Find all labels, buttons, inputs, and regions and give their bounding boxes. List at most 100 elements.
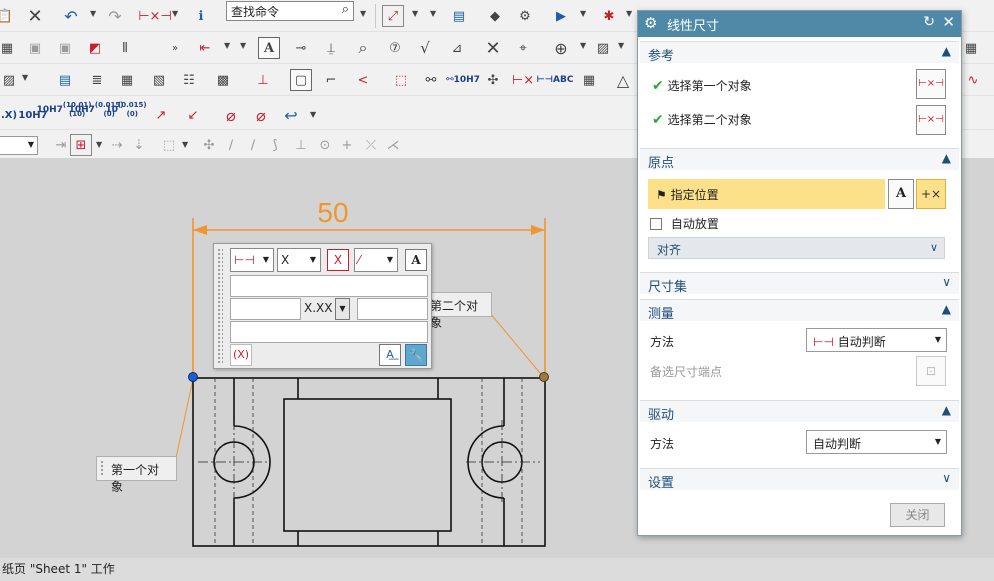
settings-wrench-icon[interactable]: 🔧 xyxy=(405,344,427,366)
cross-icon[interactable]: ✕ xyxy=(482,37,504,59)
table-icon[interactable]: ▦ xyxy=(960,37,982,59)
drawing-view-icon[interactable]: ▤ xyxy=(54,69,76,91)
layer-icon[interactable]: ▤ xyxy=(448,5,470,27)
redo-icon[interactable]: ↷ xyxy=(104,5,126,27)
section-reference[interactable]: 参考 ▲ xyxy=(640,41,959,64)
centerline-icon[interactable]: ⌖ xyxy=(512,37,534,59)
dim-suffix-field[interactable] xyxy=(357,298,428,320)
delete-icon[interactable]: ✕ xyxy=(24,5,46,27)
grid-icon[interactable]: ▦ xyxy=(116,69,138,91)
axes-icon[interactable]: ⊥ xyxy=(252,69,274,91)
rect-select-icon[interactable]: ⬚ xyxy=(158,134,180,156)
snap-line-icon[interactable]: ∕ xyxy=(220,134,242,156)
weld-icon[interactable]: ⊿ xyxy=(446,37,468,59)
center-mark-icon[interactable]: ⊕ xyxy=(550,37,572,59)
select-second-button[interactable]: ⊢×⊣ xyxy=(916,105,946,135)
leader-icon[interactable]: ⊸ xyxy=(290,37,312,59)
snap-dropdown-icon[interactable]: ▼ xyxy=(626,9,632,18)
wave-icon[interactable]: ∿ xyxy=(962,69,984,91)
image-icon[interactable]: ▨ xyxy=(592,37,614,59)
section-dimension-set[interactable]: 尺寸集 ∨ xyxy=(640,272,959,295)
paste-icon[interactable]: 📋 xyxy=(0,5,16,27)
datum-icon[interactable]: ⍊ xyxy=(320,37,342,59)
view-icon[interactable]: ▣ xyxy=(24,37,46,59)
more-dropdown-icon[interactable]: ▼ xyxy=(430,9,436,18)
measure-method-select[interactable]: ⊢⊣ 自动判断 ▼ xyxy=(806,328,947,352)
align-dropdown[interactable]: 对齐 ∨ xyxy=(648,237,945,259)
snap-icon[interactable]: ✱ xyxy=(598,5,620,27)
snap-mid-icon[interactable]: ⇣ xyxy=(128,134,150,156)
radius-icon[interactable]: ↗ xyxy=(150,104,172,126)
dim-text-field-2[interactable] xyxy=(230,321,428,343)
section-view-icon[interactable]: ◩ xyxy=(84,37,106,59)
rapid-dimension-icon[interactable]: ⊢×⊣ xyxy=(138,5,172,27)
section-origin[interactable]: 原点 ▲ xyxy=(640,148,959,171)
center-dropdown-icon[interactable]: ▼ xyxy=(580,41,586,50)
projected-view-icon[interactable]: ▣ xyxy=(54,37,76,59)
symbols-icon[interactable]: ☷ xyxy=(178,69,200,91)
box-select-icon[interactable]: ⬚ xyxy=(390,69,412,91)
expression-button[interactable]: (X) xyxy=(230,344,252,366)
radius2-icon[interactable]: ↙ xyxy=(182,104,204,126)
dim-text-field-1[interactable] xyxy=(230,275,428,297)
info-icon[interactable]: ℹ xyxy=(190,5,212,27)
alt-endpoint-button[interactable]: ⊡ xyxy=(916,356,946,386)
abc-icon[interactable]: ▩ xyxy=(212,69,234,91)
snap-intersect-icon[interactable]: ⤫ xyxy=(360,134,382,156)
select-box-icon[interactable]: ⊞ xyxy=(70,134,92,156)
undo-dropdown-icon[interactable]: ▼ xyxy=(90,9,96,18)
specify-location-row[interactable]: ⚑ 指定位置 xyxy=(648,179,885,209)
select-second-row[interactable]: ✔ 选择第二个对象 xyxy=(640,111,959,128)
snap-center-icon[interactable]: ⊙ xyxy=(314,134,336,156)
select-first-button[interactable]: ⊢×⊣ xyxy=(916,69,946,99)
dialog-title-bar[interactable]: ⚙ 线性尺寸 ↻ ✕ xyxy=(638,11,961,37)
balloon-icon[interactable]: ⑦ xyxy=(384,37,406,59)
play-dropdown-icon[interactable]: ▼ xyxy=(580,9,586,18)
feature-dim-icon[interactable]: ⇤ xyxy=(194,37,216,59)
reset-icon[interactable]: ↻ xyxy=(923,14,935,30)
dim-value-field[interactable] xyxy=(230,298,301,320)
return-dropdown-icon[interactable]: ▼ xyxy=(310,110,316,119)
snap-point-icon[interactable]: ⇢ xyxy=(106,134,128,156)
text-style-button[interactable]: A xyxy=(405,249,427,271)
auto-place-checkbox[interactable] xyxy=(650,218,662,230)
weld-symbol-icon[interactable]: ✣ xyxy=(482,69,504,91)
linear-x-icon[interactable]: ⊢× xyxy=(512,69,534,91)
search-icon[interactable]: ⌕ xyxy=(342,2,349,17)
close-button[interactable]: 关闭 xyxy=(890,503,945,527)
feature-dropdown2-icon[interactable]: ▼ xyxy=(240,41,246,50)
filter-combo[interactable]: ▼ xyxy=(0,136,38,155)
select-dropdown-icon[interactable]: ▼ xyxy=(96,140,102,149)
tolerance-combo[interactable]: ⁄ ▼ xyxy=(354,248,398,272)
overflow-icon[interactable]: » xyxy=(164,37,186,59)
abc-dim-icon[interactable]: ⊢⊣ ABC xyxy=(537,69,574,91)
select-first-row[interactable]: ✔ 选择第一个对象 xyxy=(640,77,959,94)
snap-curve-icon[interactable]: ⟆ xyxy=(264,134,286,156)
abc-view-icon[interactable]: ▨ xyxy=(0,69,20,91)
text-settings-button[interactable]: A xyxy=(888,179,914,209)
image-dropdown-icon[interactable]: ▼ xyxy=(618,41,624,50)
view-dropdown-icon[interactable]: ▼ xyxy=(412,9,418,18)
reverse-icon[interactable]: < xyxy=(352,69,374,91)
dim-type-combo[interactable]: ⊢⊣ ▼ xyxy=(230,248,274,272)
x-box-button[interactable]: X xyxy=(327,249,349,271)
break-view-icon[interactable]: ⫴ xyxy=(114,37,136,59)
search-dropdown-icon[interactable]: ▼ xyxy=(360,9,366,18)
snap-end-icon[interactable]: ✣ xyxy=(198,134,220,156)
diameter-icon[interactable]: ⌀ xyxy=(220,104,242,126)
triangle-icon[interactable]: △ xyxy=(612,69,634,91)
pattern-icon[interactable]: ▧ xyxy=(148,69,170,91)
zoom-icon[interactable]: ⌕ xyxy=(352,37,374,59)
dimension-dropdown-icon[interactable]: ▼ xyxy=(172,9,178,18)
drive-method-select[interactable]: 自动判断 ▼ xyxy=(806,430,947,454)
snap-cross-icon[interactable]: + xyxy=(336,134,358,156)
stack-icon[interactable]: ≣ xyxy=(86,69,108,91)
return-icon[interactable]: ↩ xyxy=(280,104,302,126)
part-nav-icon[interactable]: ◆ xyxy=(484,5,506,27)
tol-10-dev-icon[interactable]: 10 (0.015) (0) xyxy=(105,99,146,121)
section-settings[interactable]: 设置 ∨ xyxy=(640,468,959,491)
feature-dropdown-icon[interactable]: ▼ xyxy=(224,41,230,50)
play-icon[interactable]: ▶ xyxy=(550,5,572,27)
command-finder-input[interactable]: 查找命令 ⌕ xyxy=(226,1,354,21)
crop-icon[interactable]: ⌐ xyxy=(320,69,342,91)
